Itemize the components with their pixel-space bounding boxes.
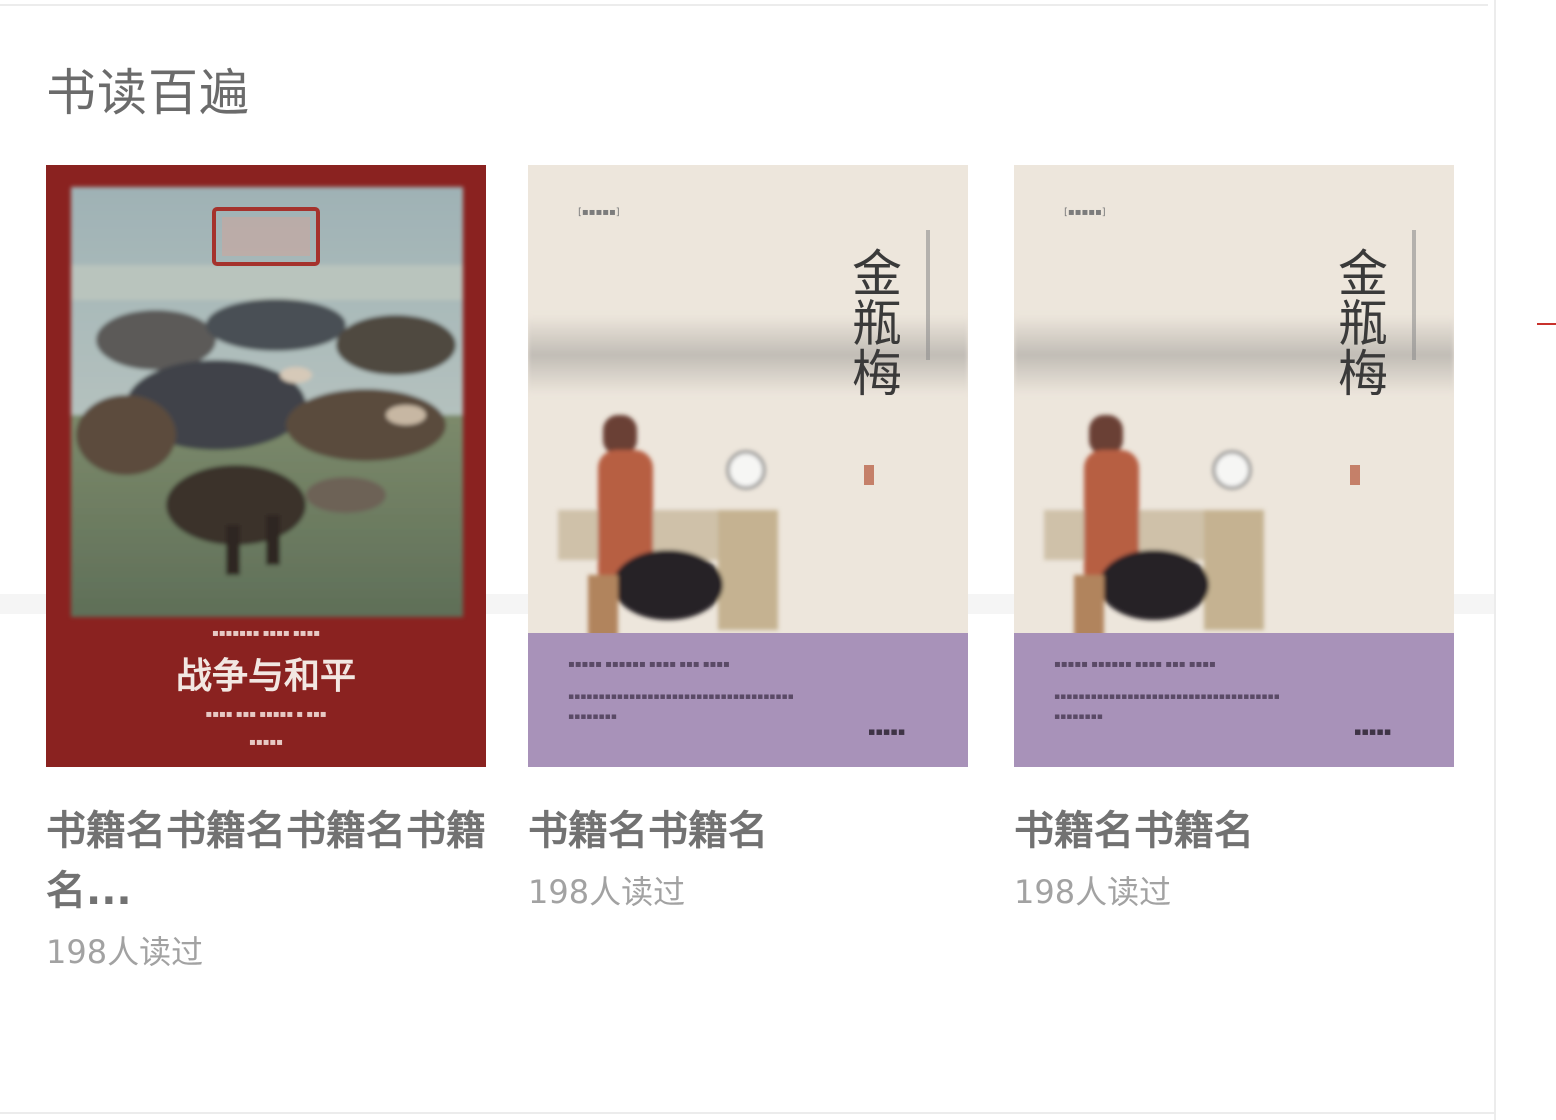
book-card-1[interactable]: ▪▪▪▪▪▪▪ ▪▪▪▪ ▪▪▪▪ 战争与和平 ▪▪▪▪ ▪▪▪ ▪▪▪▪▪ ▪… (46, 165, 486, 977)
cover-title-text: 金瓶梅 (844, 247, 902, 397)
book-cover[interactable]: ▪▪▪▪▪▪▪ ▪▪▪▪ ▪▪▪▪ 战争与和平 ▪▪▪▪ ▪▪▪ ▪▪▪▪▪ ▪… (46, 165, 486, 767)
cover-title-text: 战争与和平 (176, 655, 356, 697)
book-readers: 198人读过 (46, 933, 204, 971)
book-cover[interactable]: [▪▪▪▪▪] 金瓶梅 ▪▪▪▪▪ ▪▪▪▪▪▪ ▪▪▪▪ ▪▪▪ ▪▪▪▪ ▪… (528, 165, 968, 767)
svg-text:▪▪▪▪▪▪▪ ▪▪▪▪ ▪▪▪▪: ▪▪▪▪▪▪▪ ▪▪▪▪ ▪▪▪▪ (212, 628, 320, 639)
svg-text:▪▪▪▪▪▪▪▪: ▪▪▪▪▪▪▪▪ (568, 712, 617, 722)
book-card-3[interactable]: [▪▪▪▪▪] 金瓶梅 ▪▪▪▪▪ ▪▪▪▪▪▪ ▪▪▪▪ ▪▪▪ ▪▪▪▪ ▪… (1014, 165, 1454, 917)
book-readers: 198人读过 (1014, 873, 1172, 911)
svg-text:▪▪▪▪ ▪▪▪ ▪▪▪▪▪ ▪ ▪▪▪: ▪▪▪▪ ▪▪▪ ▪▪▪▪▪ ▪ ▪▪▪ (205, 709, 326, 720)
svg-text:▪▪▪▪▪▪▪▪▪▪▪▪▪▪▪▪▪▪▪▪▪▪▪▪▪▪▪▪▪▪: ▪▪▪▪▪▪▪▪▪▪▪▪▪▪▪▪▪▪▪▪▪▪▪▪▪▪▪▪▪▪▪▪▪▪▪▪▪ (568, 692, 794, 702)
section-title: 书读百遍 (46, 64, 250, 122)
svg-text:▪▪▪▪▪ ▪▪▪▪▪▪ ▪▪▪▪ ▪▪▪ ▪▪: ▪▪▪▪▪ ▪▪▪▪▪▪ ▪▪▪▪ ▪▪▪ ▪▪▪▪ (1054, 659, 1216, 670)
book-title[interactable]: 书籍名书籍名 (528, 801, 968, 861)
svg-text:[▪▪▪▪▪]: [▪▪▪▪▪] (1064, 207, 1106, 218)
book-cover-image: ▪▪▪▪▪▪▪ ▪▪▪▪ ▪▪▪▪ 战争与和平 ▪▪▪▪ ▪▪▪ ▪▪▪▪▪ ▪… (46, 165, 486, 767)
svg-text:▪▪▪▪▪▪▪▪▪▪▪▪▪▪▪▪▪▪▪▪▪▪▪▪▪▪▪▪▪▪: ▪▪▪▪▪▪▪▪▪▪▪▪▪▪▪▪▪▪▪▪▪▪▪▪▪▪▪▪▪▪▪▪▪▪▪▪▪ (1054, 692, 1280, 702)
book-title[interactable]: 书籍名书籍名书籍名书籍名... (46, 801, 486, 921)
svg-text:▪▪▪▪▪▪▪▪: ▪▪▪▪▪▪▪▪ (1054, 712, 1103, 722)
side-indicator (1537, 323, 1556, 325)
top-divider (0, 0, 1488, 6)
book-card-2[interactable]: [▪▪▪▪▪] 金瓶梅 ▪▪▪▪▪ ▪▪▪▪▪▪ ▪▪▪▪ ▪▪▪ ▪▪▪▪ ▪… (528, 165, 968, 917)
svg-text:▪▪▪▪▪: ▪▪▪▪▪ (868, 725, 905, 738)
cover-title-text: 金瓶梅 (1330, 247, 1388, 397)
bottom-border (0, 1112, 1496, 1114)
right-border (1494, 0, 1496, 1120)
svg-text:▪▪▪▪▪: ▪▪▪▪▪ (1354, 725, 1391, 738)
book-title[interactable]: 书籍名书籍名 (1014, 801, 1454, 861)
svg-text:[▪▪▪▪▪]: [▪▪▪▪▪] (578, 207, 620, 218)
book-cover[interactable]: [▪▪▪▪▪] 金瓶梅 ▪▪▪▪▪ ▪▪▪▪▪▪ ▪▪▪▪ ▪▪▪ ▪▪▪▪ ▪… (1014, 165, 1454, 767)
page: 书读百遍 ▪▪▪▪▪▪▪ ▪▪▪▪ ▪▪▪▪ 战争与和平 ▪▪▪▪ ▪▪▪ ▪▪… (0, 0, 1556, 1120)
book-readers: 198人读过 (528, 873, 686, 911)
svg-text:▪▪▪▪▪ ▪▪▪▪▪▪ ▪▪▪▪ ▪▪▪ ▪▪: ▪▪▪▪▪ ▪▪▪▪▪▪ ▪▪▪▪ ▪▪▪ ▪▪▪▪ (568, 659, 730, 670)
book-cover-image: [▪▪▪▪▪] 金瓶梅 ▪▪▪▪▪ ▪▪▪▪▪▪ ▪▪▪▪ ▪▪▪ ▪▪▪▪ ▪… (1014, 165, 1454, 767)
book-cover-image: [▪▪▪▪▪] 金瓶梅 ▪▪▪▪▪ ▪▪▪▪▪▪ ▪▪▪▪ ▪▪▪ ▪▪▪▪ ▪… (528, 165, 968, 767)
svg-text:▪▪▪▪▪: ▪▪▪▪▪ (249, 737, 283, 748)
